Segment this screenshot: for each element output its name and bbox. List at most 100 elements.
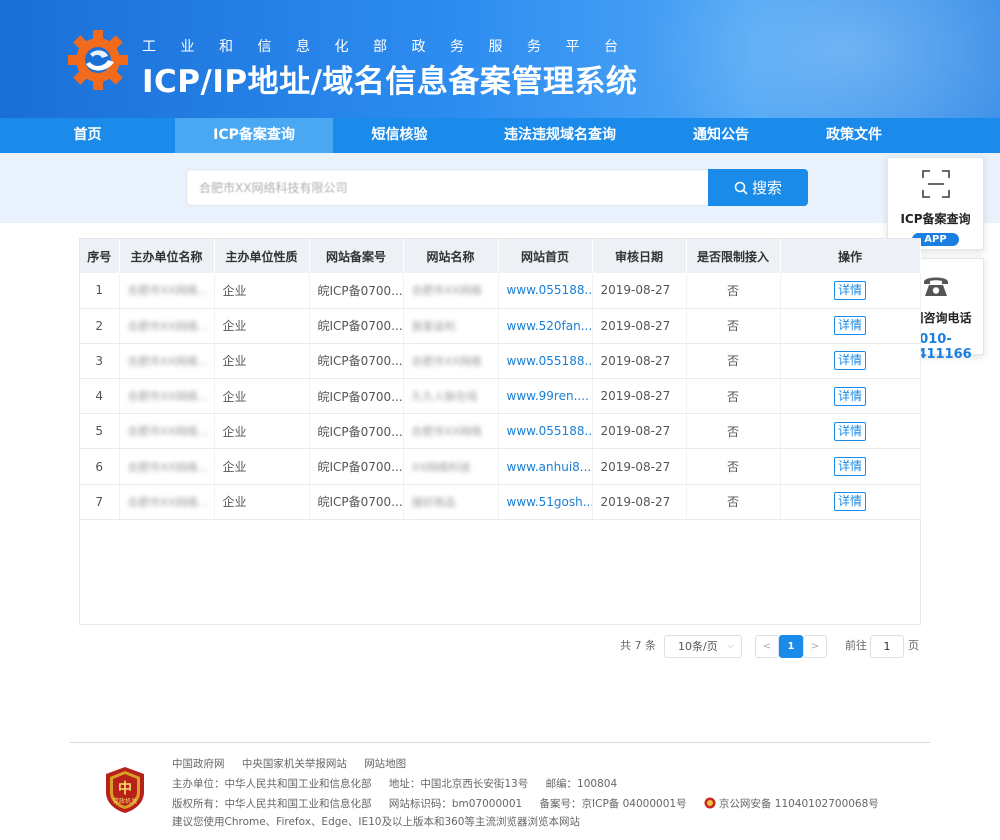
detail-button[interactable]: 详情 [834, 316, 866, 336]
table-row: 3 合肥市XX网络... 企业 皖ICP备0700... 合肥市XX网络 www.0551… [80, 343, 921, 380]
header-subtitle: 工业和信息化部政务服务平台 [142, 39, 643, 55]
footer-link-sitemap[interactable]: 网站地图 [364, 758, 406, 770]
cell-no: 6 [80, 448, 120, 485]
cell-action: 详情 [780, 448, 921, 485]
col-header-site: 网站名称 [403, 239, 499, 273]
site-home-link[interactable]: www.520fan.... [507, 319, 592, 333]
cell-nature: 企业 [214, 448, 310, 485]
col-header-home: 网站首页 [498, 239, 593, 273]
nav-item-sms-verify[interactable]: 短信核验 [333, 118, 466, 153]
cell-license: 皖ICP备0700... [309, 378, 404, 415]
cell-no-text: 7 [95, 494, 104, 509]
cell-home: www.51gosh... [498, 484, 593, 520]
cell-org-text: 合肥市XX网络... [127, 495, 209, 509]
cell-date: 2019-08-27 [592, 308, 687, 344]
cell-license-text: 皖ICP备0700... [317, 354, 403, 369]
search-icon [734, 181, 748, 194]
goto-page-input[interactable]: 1 [870, 635, 904, 658]
cell-date: 2019-08-27 [592, 378, 687, 415]
gov-emblem-logo: 中 党政机关 [106, 767, 144, 813]
page-1-button[interactable]: 1 [779, 635, 803, 658]
next-page-button[interactable]: > [803, 635, 827, 658]
footer-icp[interactable]: 备案号：京ICP备 04000001号 [540, 798, 687, 810]
cell-org-text: 合肥市XX网络... [127, 284, 209, 298]
cell-site: XX网络科技 [403, 448, 499, 485]
nav-item-policy[interactable]: 政策文件 [788, 118, 920, 153]
detail-button[interactable]: 详情 [834, 492, 866, 512]
detail-button[interactable]: 详情 [834, 386, 866, 406]
cell-site-text: 搜好商品 [411, 495, 456, 509]
cell-nature-text: 企业 [222, 495, 247, 510]
footer-link-report[interactable]: 中央国家机关举报网站 [242, 758, 347, 770]
cell-no-text: 5 [95, 424, 104, 439]
nav-item-icp-query[interactable]: ICP备案查询 [175, 118, 333, 153]
site-home-link[interactable]: www.055188... [507, 424, 592, 438]
col-header-limit: 是否限制接入 [686, 239, 781, 273]
cell-no-text: 3 [95, 353, 104, 368]
cell-limit: 否 [686, 273, 781, 309]
col-header-org: 主办单位名称 [119, 239, 215, 273]
cell-date-text: 2019-08-27 [600, 283, 671, 298]
col-header-nature: 主办单位性质 [214, 239, 310, 273]
prev-page-button[interactable]: < [755, 635, 779, 658]
footer-links: 中国政府网 中央国家机关举报网站 网站地图 [172, 756, 420, 771]
page-size-select[interactable]: 10条/页 ⌵ [664, 635, 742, 658]
site-header: 工业和信息化部政务服务平台 ICP/IP地址/域名信息备案管理系统 [0, 0, 1000, 118]
footer-police[interactable]: 京公网安备 11040102700068号 [719, 798, 879, 810]
cell-site: 合肥市XX网络 [403, 273, 499, 309]
search-input[interactable] [186, 169, 708, 206]
site-home-link[interactable]: www.99ren.... [507, 389, 589, 403]
cell-home: www.520fan.... [498, 308, 593, 344]
table-row: 2 合肥市XX网络... 企业 皖ICP备0700... 我爱返利 www.520fan.… [80, 308, 921, 344]
footer-browser-note: 建议您使用Chrome、Firefox、Edge、IE10及以上版本和360等主… [172, 816, 580, 828]
cell-limit: 否 [686, 484, 781, 520]
col-header-no: 序号 [80, 239, 120, 273]
page-title: ICP/IP地址/域名信息备案管理系统 [142, 64, 638, 100]
cell-no: 1 [80, 273, 120, 309]
cell-home: www.055188... [498, 413, 593, 450]
site-home-link[interactable]: www.055188... [507, 283, 592, 297]
cell-license: 皖ICP备0700... [309, 343, 404, 380]
cell-org: 合肥市XX网络... [119, 378, 215, 415]
pager-total: 共 7 条 [620, 639, 656, 652]
cell-org: 合肥市XX网络... [119, 484, 215, 520]
cell-no: 7 [80, 484, 120, 520]
cell-no-text: 1 [95, 283, 104, 298]
cell-limit: 否 [686, 413, 781, 450]
cell-no-text: 4 [95, 389, 104, 404]
table-header-row: 序号 主办单位名称 主办单位性质 网站备案号 网站名称 网站首页 审核日期 是否… [80, 239, 921, 273]
footer-sponsor-row: 主办单位：中华人民共和国工业和信息化部 地址：中国北京西长安街13号 邮编：10… [172, 776, 631, 791]
goto-suffix: 页 [908, 639, 919, 652]
cell-action: 详情 [780, 378, 921, 415]
cell-license-text: 皖ICP备0700... [317, 495, 403, 510]
site-home-link[interactable]: www.055188... [507, 354, 592, 368]
detail-button[interactable]: 详情 [834, 457, 866, 477]
cell-site: 合肥市XX网络 [403, 413, 499, 450]
site-home-link[interactable]: www.51gosh... [507, 495, 592, 509]
cell-license: 皖ICP备0700... [309, 273, 404, 309]
detail-button[interactable]: 详情 [834, 351, 866, 371]
cell-date: 2019-08-27 [592, 448, 687, 485]
cell-date-text: 2019-08-27 [600, 494, 671, 509]
chevron-down-icon: ⌵ [727, 641, 734, 651]
nav-item-home[interactable]: 首页 [0, 118, 175, 153]
cell-site: 搜好商品 [403, 484, 499, 520]
cell-limit-text: 否 [726, 495, 739, 510]
cell-site-text: 合肥市XX网络 [411, 284, 482, 298]
detail-button[interactable]: 详情 [834, 421, 866, 441]
table-row: 1 合肥市XX网络... 企业 皖ICP备0700... 合肥市XX网络 www.0551… [80, 273, 921, 309]
cell-action: 详情 [780, 273, 921, 309]
search-button-label: 搜索 [751, 179, 782, 197]
footer-divider [70, 742, 930, 743]
detail-button[interactable]: 详情 [834, 280, 866, 300]
col-header-license: 网站备案号 [309, 239, 404, 273]
footer-link-gov[interactable]: 中国政府网 [172, 758, 225, 770]
footer-zip: 邮编：100804 [545, 778, 618, 790]
search-button[interactable]: 搜索 [708, 169, 808, 206]
cell-license-text: 皖ICP备0700... [317, 424, 403, 439]
nav-item-notices[interactable]: 通知公告 [654, 118, 788, 153]
cell-no: 5 [80, 413, 120, 450]
nav-item-illegal-domain[interactable]: 违法违规域名查询 [466, 118, 654, 153]
site-home-link[interactable]: www.anhui8... [507, 460, 592, 474]
side-card-app[interactable]: ICP备案查询 APP [887, 157, 984, 250]
